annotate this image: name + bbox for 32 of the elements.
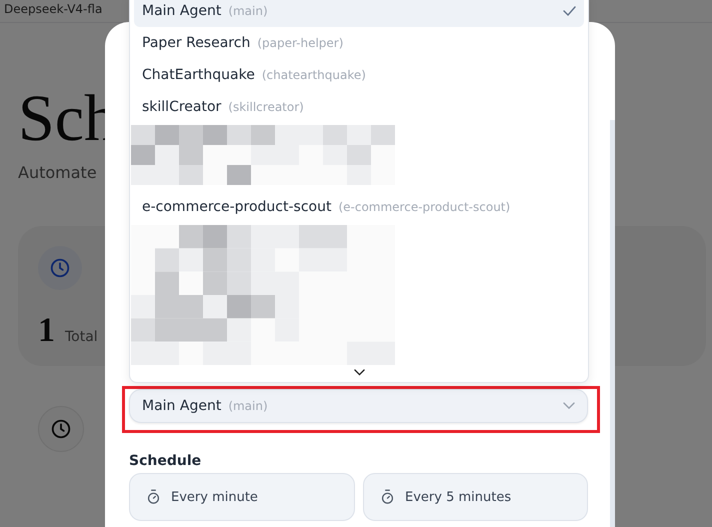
agent-option[interactable]: Main Agent (main): [134, 0, 584, 27]
page-subtitle: Automate: [18, 163, 98, 182]
stat-value: 1: [38, 312, 55, 350]
stat-label: Total: [65, 329, 98, 345]
agent-name: Main Agent: [142, 398, 222, 414]
agent-option[interactable]: ChatEarthquake (chatearthquake): [134, 59, 584, 91]
agent-name: Main Agent: [142, 3, 222, 19]
agent-id: (paper-helper): [257, 36, 344, 50]
check-icon: [563, 6, 576, 16]
agent-option[interactable]: e-commerce-product-scout (e-commerce-product-scout): [134, 191, 584, 223]
agent-option[interactable]: skillCreator (skillcreator): [134, 91, 584, 123]
agent-id: (chatearthquake): [262, 68, 366, 82]
browser-tab-title[interactable]: Deepseek-V4-fla: [4, 2, 102, 16]
agent-option[interactable]: Paper Research (paper-helper): [134, 27, 584, 59]
timer-icon: [380, 489, 395, 505]
agent-name: skillCreator: [142, 99, 222, 115]
agent-name: Paper Research: [142, 35, 250, 51]
section-label: Schedule: [129, 453, 202, 469]
agent-name: ChatEarthquake: [142, 67, 255, 83]
agent-name: e-commerce-product-scout: [142, 199, 332, 215]
chevron-down-icon: [563, 402, 575, 410]
agent-id: (e-commerce-product-scout): [338, 200, 510, 214]
schedule-option[interactable]: Every 5 minutes: [363, 473, 588, 521]
agent-id: (main): [228, 399, 268, 413]
timer-icon: [146, 489, 161, 505]
agent-select[interactable]: Main Agent (main): [129, 389, 588, 423]
clock-icon: [50, 418, 72, 440]
clock-icon: [49, 257, 71, 279]
chevron-down-icon: [354, 369, 364, 376]
agent-id: (skillcreator): [228, 100, 304, 114]
agent-id: (main): [228, 4, 268, 18]
schedule-option[interactable]: Every minute: [129, 473, 355, 521]
